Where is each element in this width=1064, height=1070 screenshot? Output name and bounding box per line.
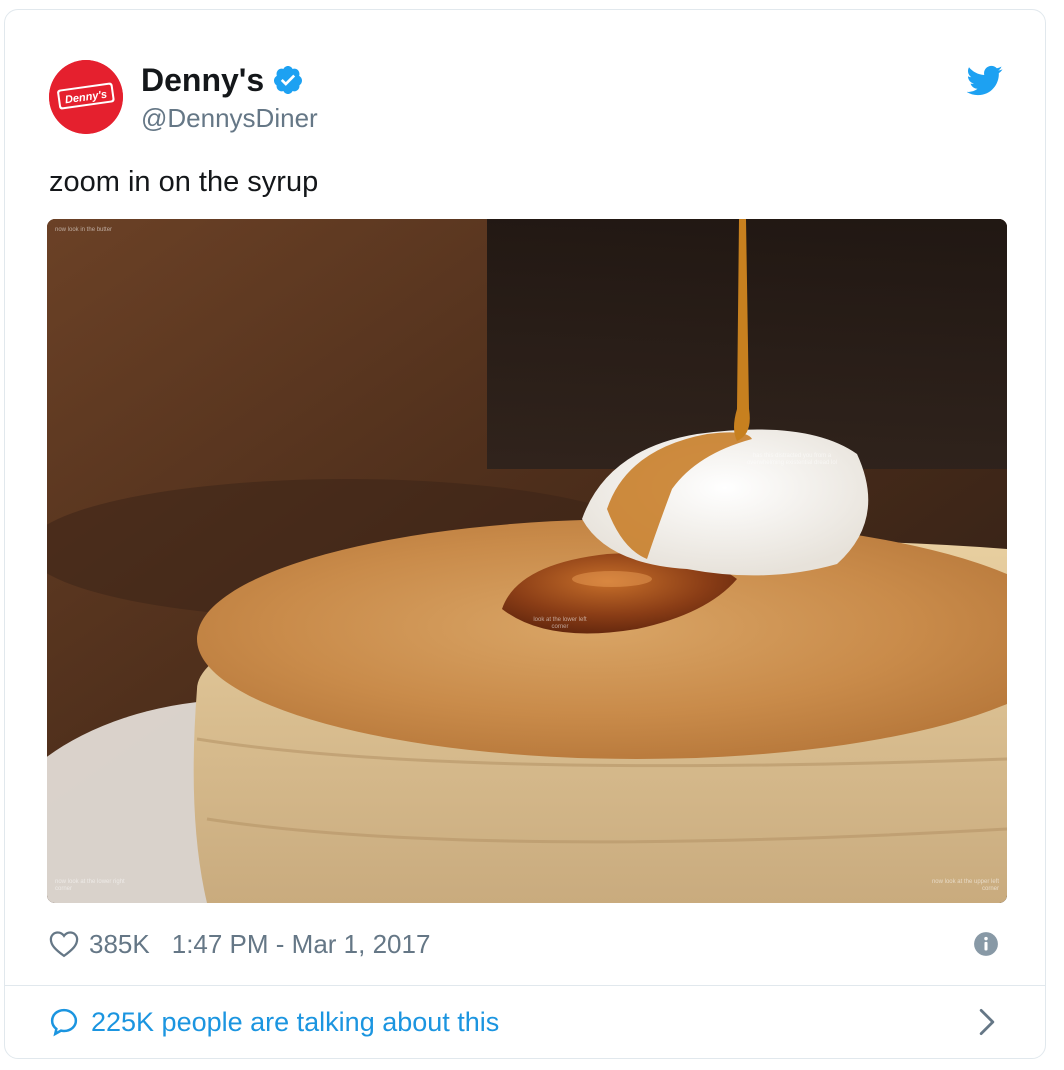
tweet-meta: 385K 1:47 PM - Mar 1, 2017 bbox=[49, 928, 430, 960]
tweet-card: Denny's Denny's @DennysDiner zoom in on … bbox=[4, 9, 1046, 1059]
hidden-text-syrup: look at the lower left corner bbox=[533, 617, 587, 630]
hidden-text-bottom-left: now look at the lower right corner bbox=[55, 879, 125, 892]
tweet-photo[interactable]: now look in the butter has this distract… bbox=[47, 219, 1007, 903]
heart-icon[interactable] bbox=[49, 930, 79, 958]
dennys-logo: Denny's bbox=[49, 60, 123, 134]
avatar[interactable]: Denny's bbox=[49, 60, 123, 134]
twitter-bird-icon[interactable] bbox=[967, 64, 1003, 96]
reply-bubble-icon bbox=[50, 1008, 78, 1037]
hidden-text-bottom-right: now look at the upper left corner bbox=[931, 879, 999, 892]
timestamp[interactable]: 1:47 PM - Mar 1, 2017 bbox=[172, 929, 431, 960]
display-name-label[interactable]: Denny's bbox=[141, 62, 264, 99]
pancake-photo-art bbox=[47, 219, 1007, 903]
hidden-text-butter: has this distracted you from a overwhelm… bbox=[746, 453, 838, 466]
conversation-link[interactable]: 225K people are talking about this bbox=[49, 1006, 499, 1038]
conversation-label[interactable]: 225K people are talking about this bbox=[91, 1007, 499, 1038]
like-count[interactable]: 385K bbox=[89, 929, 150, 960]
info-icon[interactable] bbox=[973, 931, 999, 957]
verified-badge-icon bbox=[274, 66, 303, 94]
display-name[interactable]: Denny's bbox=[141, 60, 304, 100]
tweet-text: zoom in on the syrup bbox=[49, 166, 319, 198]
user-handle[interactable]: @DennysDiner bbox=[141, 103, 318, 134]
chevron-right-icon[interactable] bbox=[977, 1008, 997, 1036]
hidden-text-top-left: now look in the butter bbox=[55, 227, 113, 233]
divider bbox=[5, 985, 1045, 986]
